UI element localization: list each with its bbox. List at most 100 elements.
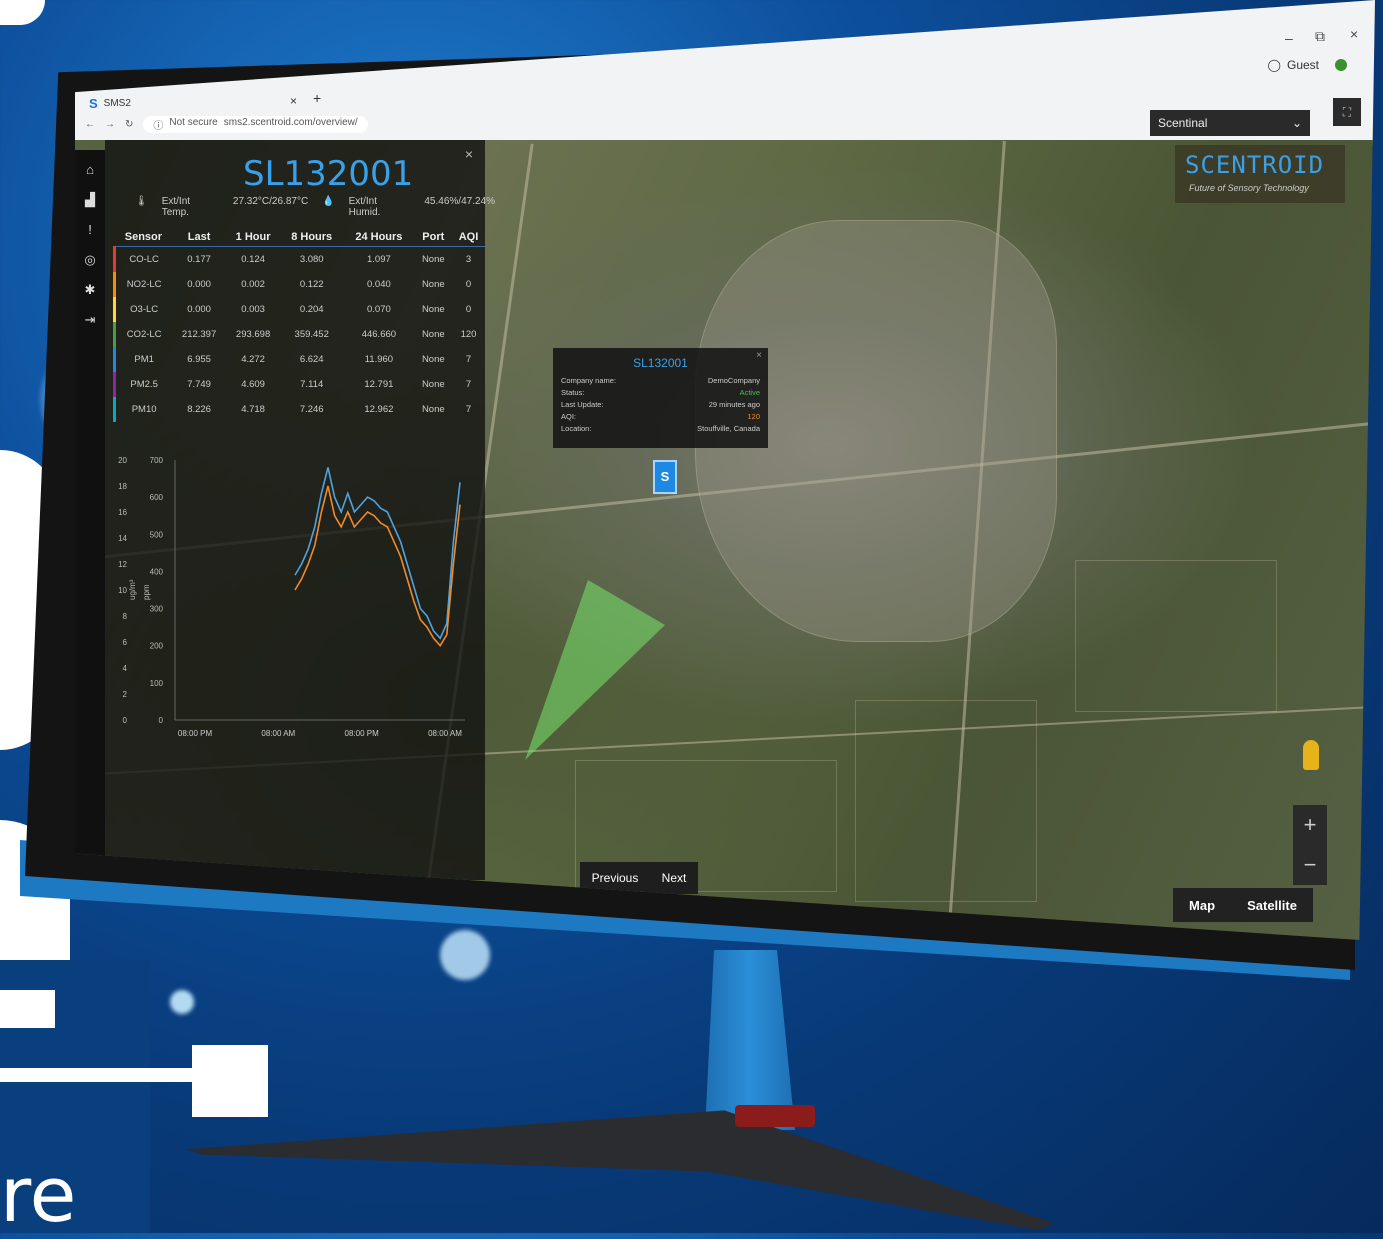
- window-minimize-button[interactable]: –: [1285, 30, 1293, 46]
- forward-icon[interactable]: →: [105, 119, 115, 130]
- popup-close-icon[interactable]: ×: [756, 350, 762, 361]
- cell-h24: 11.960: [364, 354, 394, 365]
- previous-button[interactable]: Previous: [592, 871, 639, 885]
- logout-icon[interactable]: ⇥: [82, 312, 98, 328]
- cell-last: 0.000: [187, 304, 211, 315]
- column-header: 1 Hour: [225, 228, 281, 247]
- tab-close-icon[interactable]: ×: [290, 94, 297, 108]
- cell-h24: 1.097: [366, 254, 391, 265]
- zoom-in-button[interactable]: +: [1293, 805, 1327, 845]
- monitor-stand-accent: [735, 1105, 815, 1127]
- popup-label: Status:: [561, 388, 585, 397]
- y-left-tick: 4: [123, 664, 128, 673]
- table-row[interactable]: PM1 6.955 4.272 6.624 11.960 None 7: [113, 347, 486, 372]
- cell-h1: 4.609: [241, 379, 265, 390]
- cell-h8: 0.122: [299, 279, 324, 290]
- panel-close-icon[interactable]: ×: [465, 146, 473, 162]
- cell-h8: 0.204: [299, 304, 324, 315]
- site-selector[interactable]: Scentinal ⌄: [1150, 110, 1310, 136]
- table-row[interactable]: CO-LC 0.177 0.124 3.080 1.097 None 3: [113, 246, 486, 272]
- popup-value: 120: [747, 412, 760, 421]
- cell-aqi: 7: [465, 404, 472, 415]
- popup-value: Stouffville, Canada: [697, 424, 760, 433]
- cell-sensor: PM10: [113, 397, 173, 422]
- profile-button[interactable]: ◯ Guest: [1268, 58, 1347, 72]
- monitor-stand-base: [185, 1110, 1055, 1230]
- y-left-tick: 8: [123, 612, 128, 621]
- station-popup: SL132001 × Company name: DemoCompany Statu…: [553, 348, 768, 448]
- new-tab-button[interactable]: +: [313, 90, 321, 106]
- y-right-tick: 100: [150, 679, 164, 688]
- map-type-satellite-button[interactable]: Satellite: [1247, 898, 1297, 913]
- alert-icon[interactable]: !: [82, 222, 98, 238]
- cell-h24: 12.962: [364, 404, 394, 415]
- cell-last: 6.955: [187, 354, 211, 365]
- sensor-marker[interactable]: S: [653, 460, 677, 494]
- table-row[interactable]: PM2.5 7.749 4.609 7.114 12.791 None 7: [113, 372, 486, 397]
- sensor-table: Sensor Last 1 Hour 8 Hours 24 Hours Port AQI C…: [113, 228, 485, 422]
- monitor-stand-neck: [705, 950, 795, 1130]
- cell-port: None: [421, 404, 445, 415]
- address-bar[interactable]: ⓘ Not secure sms2.scentroid.com/overview…: [143, 115, 368, 133]
- cell-port: None: [421, 279, 445, 290]
- zoom-out-button[interactable]: −: [1293, 845, 1327, 885]
- cell-aqi: 3: [465, 254, 472, 265]
- settings-icon[interactable]: ✱: [82, 282, 98, 298]
- table-row[interactable]: PM10 8.226 4.718 7.246 12.962 None 7: [113, 397, 486, 422]
- station-detail-panel: SL132001 × 🌡 Ext/Int Temp. 27.32°C/26.87…: [105, 140, 495, 880]
- popup-label: Last Update:: [561, 400, 604, 409]
- background-glow: [170, 990, 194, 1014]
- profile-label: Guest: [1286, 58, 1319, 72]
- back-icon[interactable]: ←: [85, 119, 95, 130]
- chart-icon[interactable]: ▟: [82, 192, 98, 208]
- cell-h8: 6.624: [299, 354, 324, 365]
- fullscreen-button[interactable]: ⛶: [1333, 98, 1361, 126]
- table-row[interactable]: NO2-LC 0.000 0.002 0.122 0.040 None 0: [113, 272, 486, 297]
- map-type-map-button[interactable]: Map: [1189, 898, 1215, 913]
- popup-row: Company name: DemoCompany: [561, 376, 760, 385]
- home-icon[interactable]: ⌂: [82, 162, 98, 178]
- y-right-tick: 200: [150, 642, 164, 651]
- map-field: [1075, 560, 1277, 712]
- poster-footer-text: re: [0, 1150, 77, 1239]
- browser-tab[interactable]: S SMS2: [89, 92, 249, 114]
- chevron-down-icon: ⌄: [1291, 116, 1302, 130]
- popup-row: Location: Stouffville, Canada: [561, 424, 760, 433]
- info-icon: ⓘ: [153, 120, 164, 132]
- target-icon[interactable]: ◎: [82, 252, 98, 268]
- popup-value: Active: [739, 388, 760, 397]
- cell-h8: 7.246: [299, 404, 324, 415]
- temp-value: 27.32°C/26.87°C: [232, 196, 309, 207]
- cell-h24: 0.040: [366, 279, 391, 290]
- y-left-tick: 20: [118, 456, 127, 465]
- cell-sensor: PM1: [113, 347, 173, 372]
- cell-h1: 293.698: [235, 329, 271, 340]
- sensor-coverage-zone: [525, 580, 665, 760]
- y-left-tick: 14: [118, 534, 127, 543]
- cell-last: 212.397: [181, 329, 217, 340]
- site-selector-value: Scentinal: [1158, 116, 1208, 130]
- map-type-control: Map Satellite: [1173, 888, 1313, 922]
- column-header: Sensor: [114, 228, 173, 247]
- profile-icon: ◯: [1267, 58, 1281, 72]
- cell-last: 0.000: [187, 279, 211, 290]
- cell-aqi: 0: [465, 279, 472, 290]
- y-right-tick: 0: [159, 716, 164, 725]
- reload-icon[interactable]: ↻: [125, 119, 133, 130]
- table-row[interactable]: CO2-LC 212.397 293.698 359.452 446.660 None 12…: [113, 322, 486, 347]
- popup-value: 29 minutes ago: [708, 400, 760, 409]
- table-row[interactable]: O3-LC 0.000 0.003 0.204 0.070 None 0: [113, 297, 486, 322]
- y-left-tick: 0: [123, 716, 128, 725]
- humid-label: Ext/Int Humid.: [348, 196, 381, 218]
- cell-sensor: O3-LC: [113, 297, 173, 322]
- cell-port: None: [421, 354, 445, 365]
- window-close-button[interactable]: ×: [1350, 26, 1358, 42]
- column-header: Port: [414, 228, 452, 247]
- street-view-pegman-icon[interactable]: [1303, 740, 1319, 770]
- y-left-tick: 10: [118, 586, 127, 595]
- brand-name: SCENTROID: [1185, 151, 1325, 179]
- window-restore-button[interactable]: ⧉: [1315, 28, 1325, 45]
- extension-icon[interactable]: [1335, 59, 1347, 71]
- next-button[interactable]: Next: [662, 871, 687, 885]
- y-right-tick: 400: [150, 567, 164, 576]
